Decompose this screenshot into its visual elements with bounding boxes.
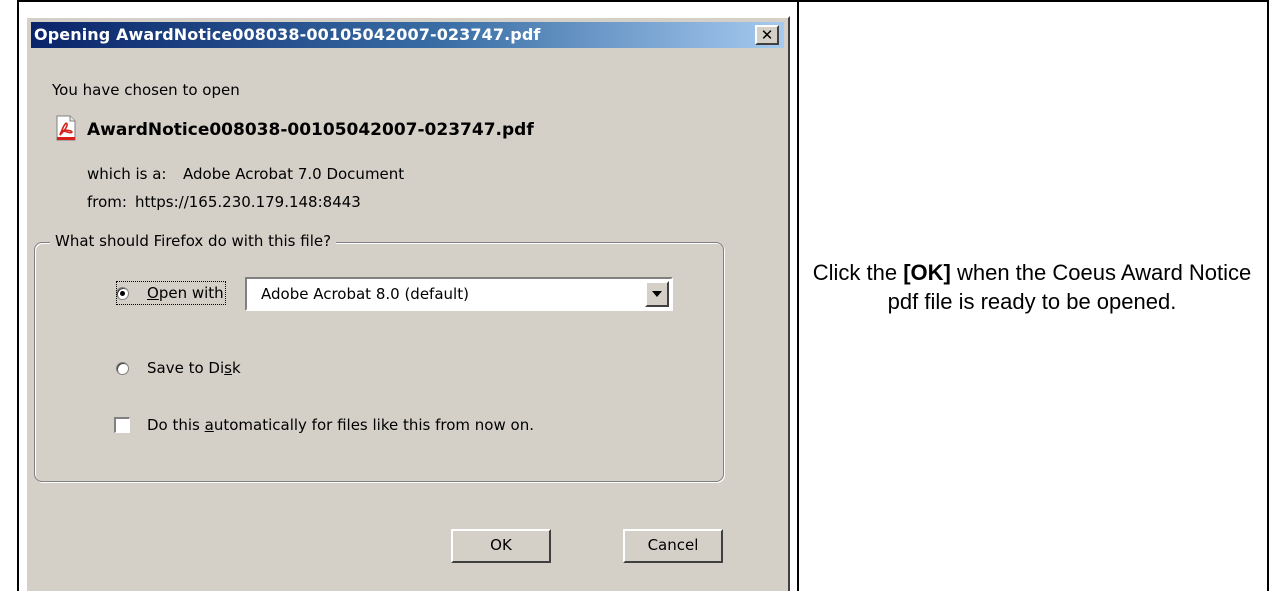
dialog-titlebar[interactable]: Opening AwardNotice008038-00105042007-02… [31,22,784,48]
auto-action-checkbox[interactable] [114,417,130,433]
intro-text: You have chosen to open [52,81,240,99]
file-source-value: https://165.230.179.148:8443 [135,193,361,211]
close-icon: ✕ [760,26,774,44]
pdf-file-icon [56,115,76,141]
table-top-border [17,0,1269,2]
file-source-label: from: [87,193,127,211]
ok-button[interactable]: OK [451,529,551,563]
save-to-disk-label[interactable]: Save to Disk [147,359,241,377]
application-select[interactable]: Adobe Acrobat 8.0 (default) [245,277,673,311]
ok-emphasis: [OK] [903,260,951,285]
file-type-value: Adobe Acrobat 7.0 Document [183,165,405,183]
open-with-label[interactable]: Open with [147,284,224,302]
application-select-value: Adobe Acrobat 8.0 (default) [261,285,469,303]
save-to-disk-radio[interactable] [116,362,129,375]
table-left-border [17,0,19,591]
instruction-text: Click the [OK] when the Coeus Award Noti… [812,260,1252,314]
file-type-label: which is a: [87,165,167,183]
cancel-button[interactable]: Cancel [623,529,723,563]
dialog-title: Opening AwardNotice008038-00105042007-02… [34,25,541,44]
file-name: AwardNotice008038-00105042007-023747.pdf [87,120,534,140]
dropdown-arrow-icon[interactable] [645,281,669,307]
group-label: What should Firefox do with this file? [50,232,337,250]
auto-action-label[interactable]: Do this automatically for files like thi… [147,416,534,434]
close-button[interactable]: ✕ [755,25,779,45]
